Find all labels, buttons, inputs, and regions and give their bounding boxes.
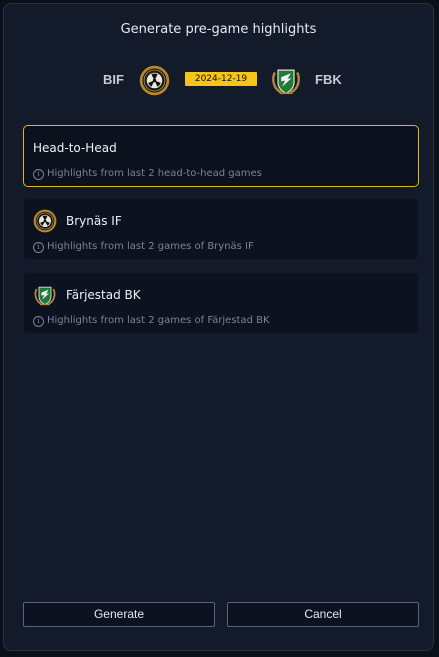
info-icon: i — [33, 316, 44, 327]
option-description: i Highlights from last 2 head-to-head gam… — [33, 168, 262, 180]
option-description: i Highlights from last 2 games of Brynäs … — [33, 241, 254, 253]
option-label: Färjestad BK — [66, 288, 141, 302]
option-description-text: Highlights from last 2 games of Färjesta… — [47, 315, 270, 326]
option-label: Brynäs IF — [66, 214, 122, 228]
cancel-button[interactable]: Cancel — [227, 602, 419, 627]
brynas-logo-icon — [139, 65, 170, 96]
matchup-header: BIF 2024-12-19 FBK — [4, 64, 433, 98]
generate-button[interactable]: Generate — [23, 602, 215, 627]
info-icon: i — [33, 169, 44, 180]
farjestad-logo-icon — [272, 69, 300, 95]
info-icon: i — [33, 242, 44, 253]
option-label: Head-to-Head — [33, 141, 117, 155]
dialog-title: Generate pre-game highlights — [120, 22, 317, 37]
option-description-text: Highlights from last 2 head-to-head game… — [47, 168, 262, 179]
away-team-abbr: FBK — [315, 72, 342, 87]
option-head-to-head[interactable]: Head-to-Head i Highlights from last 2 hea… — [23, 125, 419, 187]
option-brynas-if[interactable]: Brynäs IF i Highlights from last 2 games … — [23, 198, 419, 260]
game-date-badge: 2024-12-19 — [185, 72, 257, 86]
option-description: i Highlights from last 2 games of Färjest… — [33, 315, 270, 327]
farjestad-logo-icon — [34, 286, 56, 306]
brynas-logo-icon — [33, 209, 57, 233]
pregame-highlights-dialog: Generate pre-game highlights BIF 2024-12… — [3, 3, 434, 651]
home-team-abbr: BIF — [103, 72, 124, 87]
option-farjestad-bk[interactable]: Färjestad BK i Highlights from last 2 gam… — [23, 272, 419, 334]
option-description-text: Highlights from last 2 games of Brynäs I… — [47, 241, 254, 252]
